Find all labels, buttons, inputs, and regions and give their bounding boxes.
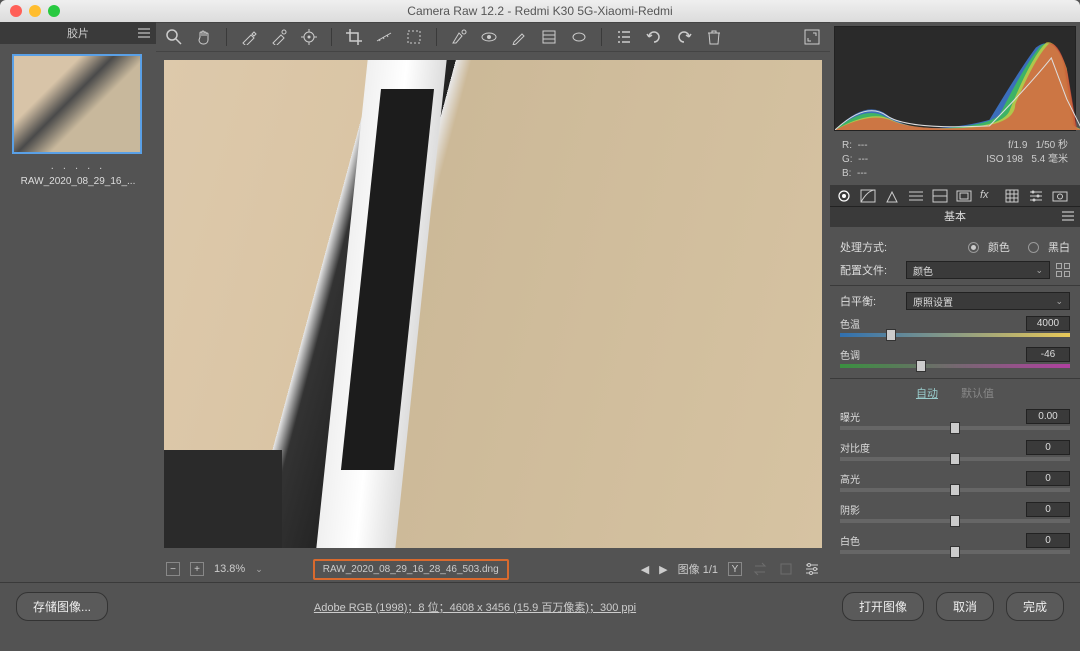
treatment-label: 处理方式: bbox=[840, 239, 900, 255]
exposure-label: 曝光 bbox=[840, 409, 860, 424]
red-eye-tool-icon[interactable] bbox=[481, 29, 497, 45]
panel-tabs: fx bbox=[830, 185, 1080, 207]
histogram[interactable] bbox=[834, 26, 1076, 131]
prev-image-button[interactable]: ◀ bbox=[641, 563, 649, 576]
adjustment-brush-tool-icon[interactable] bbox=[511, 29, 527, 45]
hand-tool-icon[interactable] bbox=[196, 29, 212, 45]
next-image-button[interactable]: ▶ bbox=[659, 563, 667, 576]
whites-value[interactable]: 0 bbox=[1026, 533, 1070, 548]
exif-readout: f/1.9 1/50 秒 ISO 198 5.4 毫米 bbox=[986, 139, 1068, 181]
shadows-value[interactable]: 0 bbox=[1026, 502, 1070, 517]
trash-icon[interactable] bbox=[706, 29, 722, 45]
thumbnail[interactable] bbox=[12, 54, 142, 154]
curve-tab-icon[interactable] bbox=[860, 189, 876, 203]
presets-tab-icon[interactable] bbox=[1028, 189, 1044, 203]
fullscreen-icon[interactable] bbox=[804, 29, 820, 45]
temp-label: 色温 bbox=[840, 316, 860, 331]
spot-removal-tool-icon[interactable] bbox=[451, 29, 467, 45]
settings-sliders-icon[interactable] bbox=[804, 561, 820, 577]
filmstrip-header: 胶片 bbox=[0, 22, 156, 44]
done-button[interactable]: 完成 bbox=[1006, 592, 1064, 621]
crop-tool-icon[interactable] bbox=[346, 29, 362, 45]
tint-label: 色调 bbox=[840, 347, 860, 362]
right-panel: R: --- G: --- B: --- f/1.9 1/50 秒 ISO 19… bbox=[830, 22, 1080, 582]
temp-slider[interactable] bbox=[840, 333, 1070, 337]
snapshots-tab-icon[interactable] bbox=[1052, 189, 1068, 203]
swap-icon[interactable] bbox=[752, 561, 768, 577]
titlebar: Camera Raw 12.2 - Redmi K30 5G-Xiaomi-Re… bbox=[0, 0, 1080, 22]
before-after-button[interactable]: Y bbox=[728, 562, 742, 576]
zoom-out-button[interactable]: − bbox=[166, 562, 180, 576]
highlights-label: 高光 bbox=[840, 471, 860, 486]
copy-settings-icon[interactable] bbox=[778, 561, 794, 577]
panel-title: 基本 bbox=[830, 207, 1080, 227]
image-counter: 图像 1/1 bbox=[678, 561, 718, 577]
close-window-button[interactable] bbox=[10, 5, 22, 17]
tint-slider[interactable] bbox=[840, 364, 1070, 368]
basic-tab-icon[interactable] bbox=[836, 189, 852, 203]
targeted-adjustment-tool-icon[interactable] bbox=[301, 29, 317, 45]
radial-filter-tool-icon[interactable] bbox=[571, 29, 587, 45]
zoom-in-button[interactable]: + bbox=[190, 562, 204, 576]
whites-label: 白色 bbox=[840, 533, 860, 548]
color-sampler-tool-icon[interactable] bbox=[271, 29, 287, 45]
wb-label: 白平衡: bbox=[840, 293, 900, 309]
graduated-filter-tool-icon[interactable] bbox=[541, 29, 557, 45]
workflow-options-link[interactable]: Adobe RGB (1998)；8 位；4608 x 3456 (15.9 百… bbox=[120, 599, 830, 615]
toolbar bbox=[156, 22, 830, 52]
cancel-button[interactable]: 取消 bbox=[936, 592, 994, 621]
profile-select[interactable]: 颜色⌄ bbox=[906, 261, 1050, 279]
rgb-readout: R: --- G: --- B: --- bbox=[842, 139, 868, 181]
image-viewer[interactable] bbox=[164, 60, 822, 548]
zoom-level: 13.8% bbox=[214, 563, 245, 575]
detail-tab-icon[interactable] bbox=[884, 189, 900, 203]
thumbnail-label: RAW_2020_08_29_16_... bbox=[0, 176, 156, 187]
white-balance-tool-icon[interactable] bbox=[241, 29, 257, 45]
window-title: Camera Raw 12.2 - Redmi K30 5G-Xiaomi-Re… bbox=[407, 4, 672, 18]
exposure-value[interactable]: 0.00 bbox=[1026, 409, 1070, 424]
highlights-slider[interactable] bbox=[840, 488, 1070, 492]
straighten-tool-icon[interactable] bbox=[376, 29, 392, 45]
rotate-cw-icon[interactable] bbox=[676, 29, 692, 45]
auto-link[interactable]: 自动 bbox=[916, 388, 938, 400]
contrast-value[interactable]: 0 bbox=[1026, 440, 1070, 455]
footer: 存储图像... Adobe RGB (1998)；8 位；4608 x 3456… bbox=[0, 582, 1080, 630]
color-radio[interactable] bbox=[968, 242, 979, 253]
list-view-icon[interactable] bbox=[616, 29, 632, 45]
save-image-button[interactable]: 存储图像... bbox=[16, 592, 108, 621]
contrast-label: 对比度 bbox=[840, 440, 870, 455]
split-tone-tab-icon[interactable] bbox=[932, 189, 948, 203]
thumbnail-rating-dots[interactable]: . . . . . bbox=[0, 160, 156, 172]
highlights-value[interactable]: 0 bbox=[1026, 471, 1070, 486]
filmstrip-menu-icon[interactable] bbox=[138, 28, 150, 38]
minimize-window-button[interactable] bbox=[29, 5, 41, 17]
transform-tool-icon[interactable] bbox=[406, 29, 422, 45]
tint-value[interactable]: -46 bbox=[1026, 347, 1070, 362]
zoom-dropdown-icon[interactable]: ⌄ bbox=[255, 564, 263, 575]
filename-display: RAW_2020_08_29_16_28_46_503.dng bbox=[313, 559, 509, 580]
default-link[interactable]: 默认值 bbox=[961, 388, 994, 400]
hsl-tab-icon[interactable] bbox=[908, 189, 924, 203]
filmstrip-panel: 胶片 . . . . . RAW_2020_08_29_16_... bbox=[0, 22, 156, 582]
status-bar: − + 13.8% ⌄ RAW_2020_08_29_16_28_46_503.… bbox=[156, 556, 830, 582]
contrast-slider[interactable] bbox=[840, 457, 1070, 461]
wb-select[interactable]: 原照设置⌄ bbox=[906, 292, 1070, 310]
fx-tab-icon[interactable]: fx bbox=[980, 189, 996, 203]
rotate-ccw-icon[interactable] bbox=[646, 29, 662, 45]
bw-radio[interactable] bbox=[1028, 242, 1039, 253]
open-image-button[interactable]: 打开图像 bbox=[842, 592, 924, 621]
temp-value[interactable]: 4000 bbox=[1026, 316, 1070, 331]
shadows-label: 阴影 bbox=[840, 502, 860, 517]
exposure-slider[interactable] bbox=[840, 426, 1070, 430]
profile-browser-icon[interactable] bbox=[1056, 263, 1070, 277]
shadows-slider[interactable] bbox=[840, 519, 1070, 523]
zoom-window-button[interactable] bbox=[48, 5, 60, 17]
panel-menu-icon[interactable] bbox=[1062, 211, 1074, 221]
whites-slider[interactable] bbox=[840, 550, 1070, 554]
lens-tab-icon[interactable] bbox=[956, 189, 972, 203]
zoom-tool-icon[interactable] bbox=[166, 29, 182, 45]
profile-label: 配置文件: bbox=[840, 262, 900, 278]
filmstrip-title: 胶片 bbox=[67, 25, 89, 41]
calibration-tab-icon[interactable] bbox=[1004, 189, 1020, 203]
